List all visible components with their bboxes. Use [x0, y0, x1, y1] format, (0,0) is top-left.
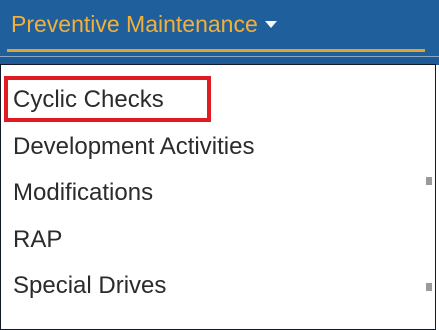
- preventive-maintenance-menu[interactable]: Preventive Maintenance: [7, 0, 425, 52]
- preventive-maintenance-dropdown: Cyclic Checks Development Activities Mod…: [0, 64, 436, 330]
- scroll-marker: [426, 283, 432, 291]
- preventive-maintenance-label: Preventive Maintenance: [11, 11, 258, 37]
- menu-item-cyclic-checks[interactable]: Cyclic Checks: [1, 81, 421, 119]
- scroll-marker: [426, 177, 432, 185]
- menu-item-rap[interactable]: RAP: [1, 221, 421, 259]
- top-navbar: Preventive Maintenance: [0, 0, 439, 57]
- menu-item-special-drives[interactable]: Special Drives: [1, 267, 421, 305]
- menu-item-modifications[interactable]: Modifications: [1, 174, 421, 212]
- menu-item-development-activities[interactable]: Development Activities: [1, 128, 421, 166]
- caret-down-icon: [264, 21, 277, 28]
